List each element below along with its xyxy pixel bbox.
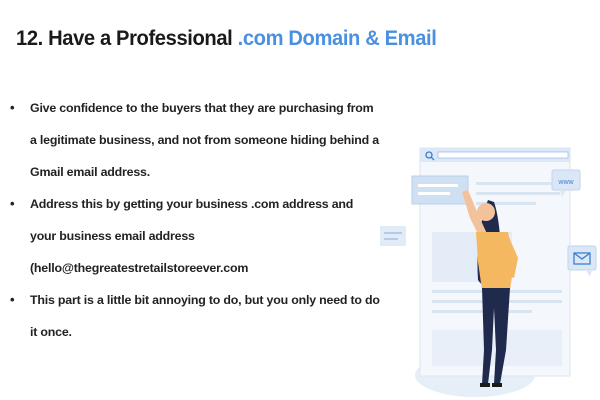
bullet-item: Give confidence to the buyers that they … (10, 92, 382, 188)
website-illustration: www (380, 147, 597, 397)
slide-title: 12. Have a Professional .com Domain & Em… (16, 27, 437, 51)
bullet-list: Give confidence to the buyers that they … (10, 92, 382, 348)
title-prefix: 12. Have a Professional (16, 27, 238, 50)
bullet-item: This part is a little bit annoying to do… (10, 284, 382, 348)
title-accent: .com Domain & Email (237, 27, 437, 50)
mail-icon (567, 245, 597, 277)
www-label: www (557, 179, 574, 186)
bullet-item: Address this by getting your business .c… (10, 188, 382, 284)
